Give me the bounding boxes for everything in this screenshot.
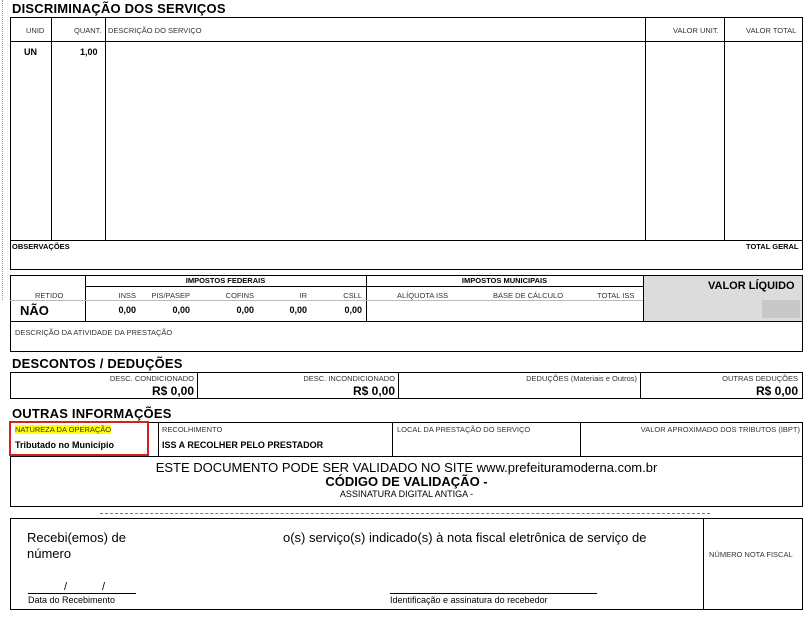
codigo-validacao-label: CÓDIGO DE VALIDAÇÃO -	[325, 474, 488, 489]
inss-value: 0,00	[118, 305, 136, 315]
pispasep-value: 0,00	[172, 305, 190, 315]
retido-value: NÃO	[20, 303, 49, 318]
services-table	[10, 17, 803, 270]
numero-nota-label: NÚMERO NOTA FISCAL	[709, 550, 793, 559]
margin-dotted-line	[2, 0, 3, 300]
aliquota-iss-label: ALÍQUOTA ISS	[397, 291, 449, 300]
deducoes-label: DEDUÇÕES (Materiais e Outros)	[526, 374, 637, 383]
services-header-divider	[10, 41, 803, 42]
impostos-title-divider	[85, 286, 643, 287]
recibo-text-1: Recebi(emos) de	[27, 530, 126, 545]
desc-incondicionado-label: DESC. INCONDICIONADO	[303, 374, 395, 383]
col-divider	[392, 422, 393, 457]
total-iss-label: TOTAL ISS	[597, 291, 635, 300]
header-quant: QUANT.	[74, 26, 102, 35]
data-recebimento-label: Data do Recebimento	[28, 595, 116, 605]
recibo-text-3: número	[27, 546, 72, 561]
assinatura-digital-label: ASSINATURA DIGITAL ANTIGA -	[339, 489, 474, 499]
inss-label: INSS	[118, 291, 136, 300]
outras-deducoes-value: R$ 0,00	[755, 384, 798, 398]
col-divider	[51, 17, 52, 240]
base-calculo-label: BASE DE CÁLCULO	[493, 291, 564, 300]
pispasep-label: PIS/PASEP	[151, 291, 190, 300]
ir-value: 0,00	[289, 305, 307, 315]
header-valor-unit: VALOR UNIT.	[673, 26, 719, 35]
outras-deducoes-label: OUTRAS DEDUÇÕES	[722, 374, 798, 383]
identificacao-label: Identificação e assinatura do recebedor	[390, 595, 548, 605]
total-geral-label: TOTAL GERAL	[746, 242, 799, 251]
csll-label: CSLL	[343, 291, 362, 300]
date-sep-2: /	[102, 581, 106, 593]
descontos-section-title: DESCONTOS / DEDUÇÕES	[12, 356, 183, 371]
local-prestacao-label: LOCAL DA PRESTAÇÃO DO SERVIÇO	[397, 425, 531, 434]
outras-section-title: OUTRAS INFORMAÇÕES	[12, 406, 172, 421]
atividade-label: DESCRIÇÃO DA ATIVIDADE DA PRESTAÇÃO	[15, 328, 173, 337]
date-sep-1: /	[64, 581, 68, 593]
services-section-title: DISCRIMINAÇÃO DOS SERVIÇOS	[12, 1, 226, 16]
impostos-federais-title: IMPOSTOS FEDERAIS	[185, 276, 266, 285]
cofins-value: 0,00	[236, 305, 254, 315]
desc-condicionado-label: DESC. CONDICIONADO	[109, 374, 194, 383]
recolhimento-value: ISS A RECOLHER PELO PRESTADOR	[162, 440, 324, 450]
valor-aprox-tributos-label: VALOR APROXIMADO DOS TRIBUTOS (IBPT)	[640, 425, 800, 434]
natureza-value: Tributado no Município	[15, 440, 114, 450]
validacao-text: ESTE DOCUMENTO PODE SER VALIDADO NO SITE…	[155, 460, 658, 475]
col-divider	[703, 518, 704, 610]
row-unid: UN	[24, 47, 37, 57]
retido-label: RETIDO	[35, 291, 64, 300]
col-divider	[724, 17, 725, 240]
ir-label: IR	[299, 291, 308, 300]
header-valor-total: VALOR TOTAL	[746, 26, 797, 35]
col-divider	[645, 17, 646, 240]
col-divider	[158, 422, 159, 457]
valor-liquido-label: VALOR LÍQUIDO	[708, 280, 795, 292]
header-descricao: DESCRIÇÃO DO SERVIÇO	[108, 26, 202, 35]
assinatura-line	[390, 593, 597, 594]
cut-line	[100, 513, 710, 514]
desc-incondicionado-value: R$ 0,00	[352, 384, 395, 398]
desc-condicionado-value: R$ 0,00	[151, 384, 194, 398]
header-unid: UNID	[26, 26, 45, 35]
services-bottom-divider	[10, 240, 803, 241]
data-line	[28, 593, 136, 594]
impostos-municipais-title: IMPOSTOS MUNICIPAIS	[461, 276, 548, 285]
cofins-label: COFINS	[225, 291, 254, 300]
impostos-label-divider	[10, 300, 643, 301]
row-quant: 1,00	[80, 47, 98, 57]
col-divider	[105, 17, 106, 240]
col-divider	[580, 422, 581, 457]
atividade-box	[10, 322, 803, 352]
observacoes-label: OBSERVAÇÕES	[12, 242, 70, 251]
recolhimento-label: RECOLHIMENTO	[162, 425, 223, 434]
recibo-text-2: o(s) serviço(s) indicado(s) à nota fisca…	[283, 530, 647, 545]
natureza-label: NATUREZA DA OPERAÇÃO	[15, 425, 112, 434]
valor-liquido-value-box	[762, 300, 800, 318]
csll-value: 0,00	[344, 305, 362, 315]
